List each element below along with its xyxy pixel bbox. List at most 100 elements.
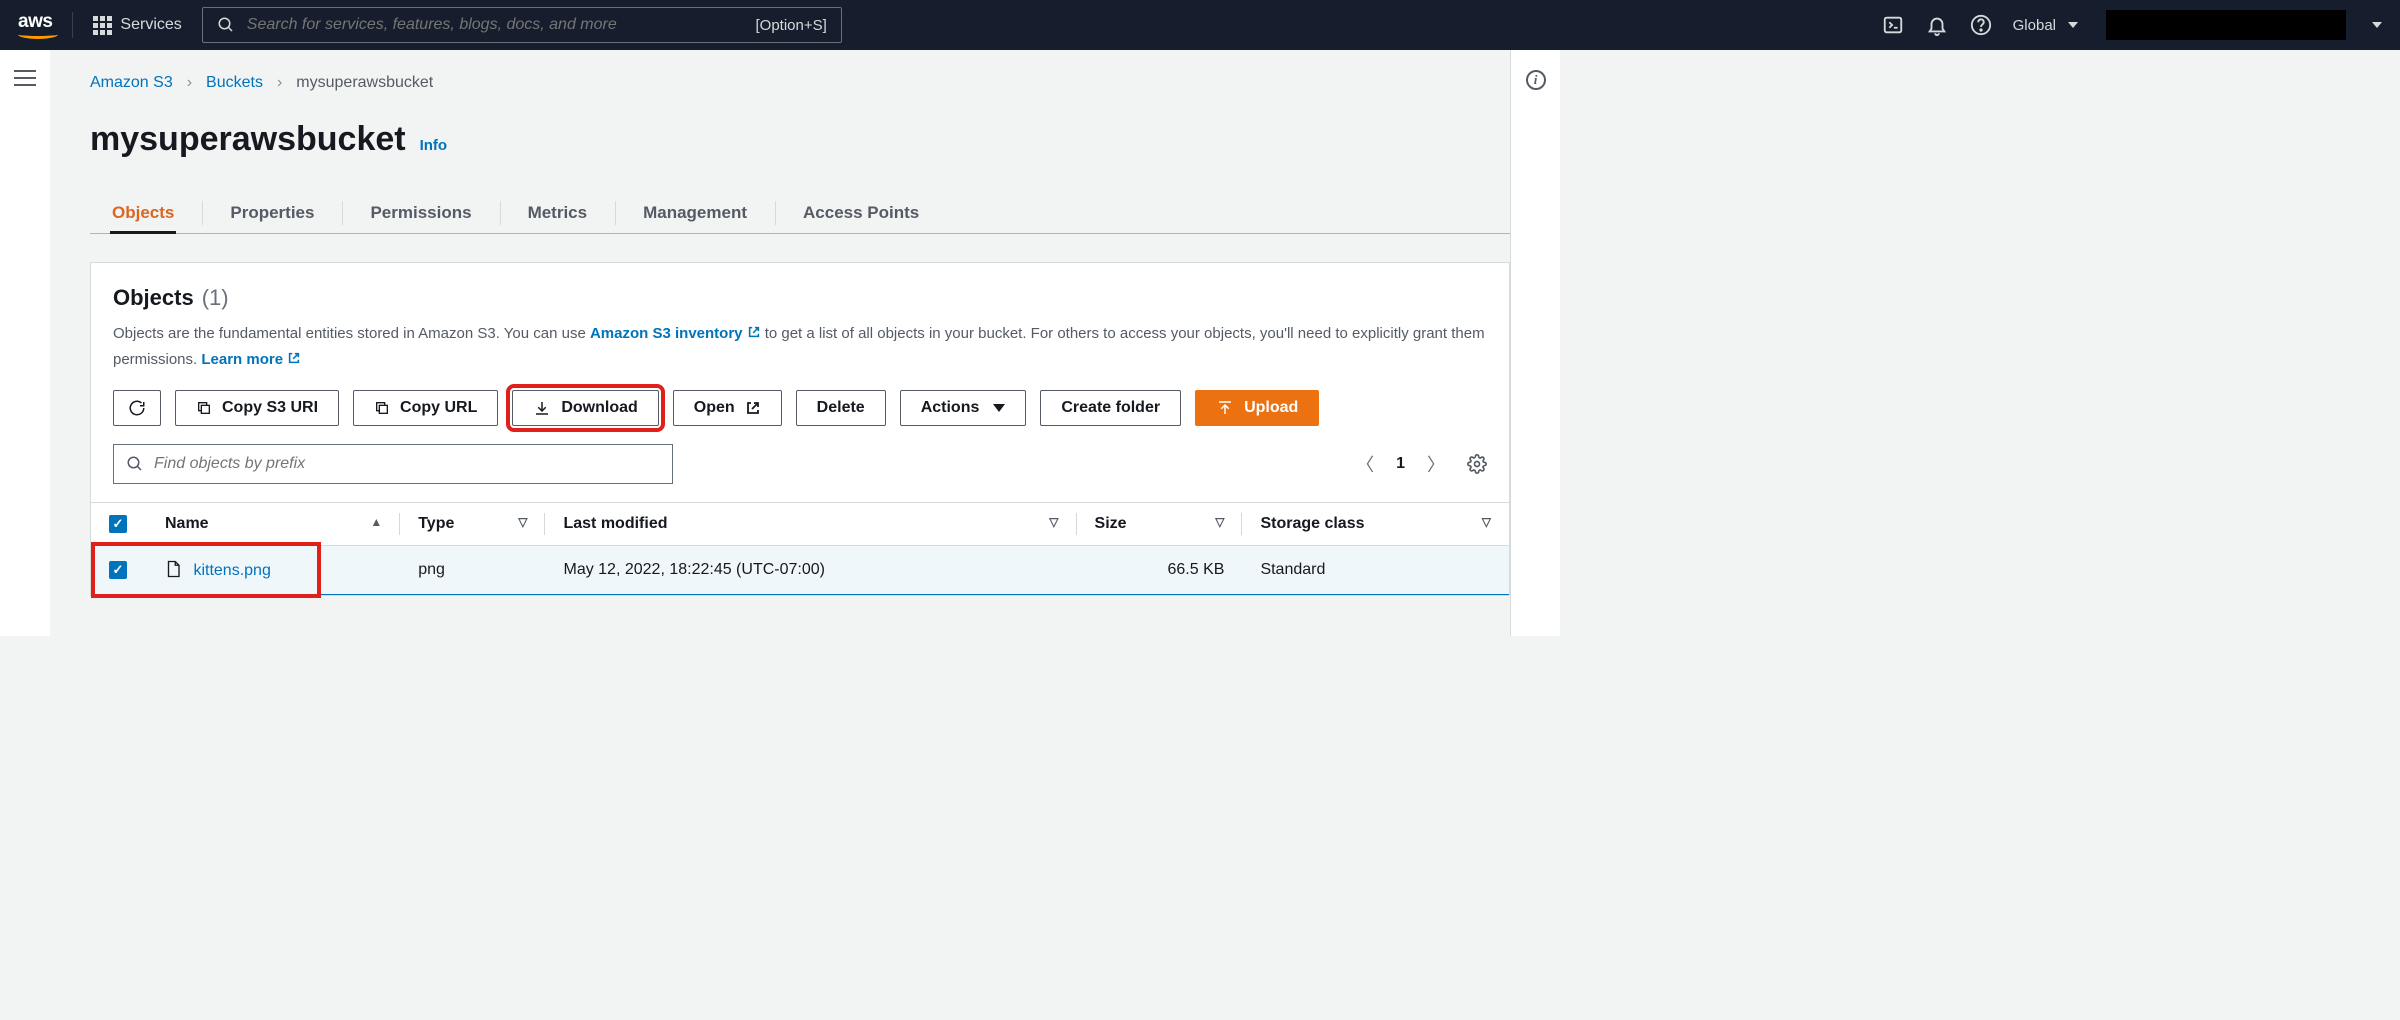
select-all-header[interactable]: ✓ [91, 503, 147, 546]
download-button[interactable]: Download [512, 390, 658, 426]
region-selector[interactable]: Global [2013, 17, 2078, 34]
tab-access-points[interactable]: Access Points [803, 193, 919, 233]
cloudshell-icon[interactable] [1881, 13, 1905, 37]
copy-icon [374, 400, 390, 416]
tabs: Objects Properties Permissions Metrics M… [90, 193, 1510, 234]
object-name-link[interactable]: kittens.png [193, 562, 270, 579]
actions-dropdown[interactable]: Actions [900, 390, 1027, 426]
prefix-filter[interactable] [113, 444, 673, 484]
chevron-right-icon: › [277, 74, 282, 92]
sort-icon: ▽ [518, 515, 527, 529]
table-settings-button[interactable] [1467, 454, 1487, 474]
filter-row: 〈 1 〉 [113, 444, 1487, 484]
external-link-icon [287, 351, 301, 365]
breadcrumb-current: mysuperawsbucket [296, 74, 433, 92]
pagination: 〈 1 〉 [1356, 451, 1487, 477]
account-menu[interactable] [2106, 10, 2346, 40]
delete-button[interactable]: Delete [796, 390, 886, 426]
copy-s3-uri-button[interactable]: Copy S3 URI [175, 390, 339, 426]
col-storage-class[interactable]: Storage class▽ [1242, 503, 1509, 546]
external-link-icon [745, 400, 761, 416]
copy-icon [196, 400, 212, 416]
global-search[interactable]: [Option+S] [202, 7, 842, 43]
button-label: Upload [1244, 399, 1298, 417]
row-checkbox[interactable]: ✓ [109, 561, 127, 579]
refresh-button[interactable] [113, 390, 161, 426]
refresh-icon [128, 399, 146, 417]
tab-management[interactable]: Management [643, 193, 747, 233]
tab-permissions[interactable]: Permissions [370, 193, 471, 233]
panel-title: Objects [113, 285, 194, 311]
account-caret-icon [2372, 22, 2382, 28]
upload-icon [1216, 399, 1234, 417]
col-type[interactable]: Type▽ [400, 503, 545, 546]
chevron-right-icon: › [187, 74, 192, 92]
page-number: 1 [1396, 455, 1405, 473]
search-shortcut: [Option+S] [755, 17, 826, 34]
search-icon [126, 455, 144, 473]
info-panel-toggle[interactable]: i [1526, 70, 1546, 90]
col-size[interactable]: Size▽ [1077, 503, 1243, 546]
services-grid-icon [93, 16, 112, 35]
triangle-down-icon [993, 404, 1005, 412]
aws-logo[interactable]: aws [18, 11, 52, 39]
breadcrumb: Amazon S3 › Buckets › mysuperawsbucket [90, 74, 1510, 92]
tab-metrics[interactable]: Metrics [528, 193, 588, 233]
file-icon [165, 560, 181, 578]
checkbox-checked-icon: ✓ [109, 515, 127, 533]
open-button[interactable]: Open [673, 390, 782, 426]
services-label: Services [120, 16, 181, 34]
region-label: Global [2013, 17, 2056, 34]
caret-down-icon [2068, 22, 2078, 28]
download-icon [533, 399, 551, 417]
gear-icon [1467, 454, 1487, 474]
page-title: mysuperawsbucket [90, 120, 406, 159]
button-label: Delete [817, 399, 865, 417]
page-next[interactable]: 〉 [1427, 451, 1445, 477]
cell-storage-class: Standard [1242, 546, 1509, 595]
notifications-bell-icon[interactable] [1925, 13, 1949, 37]
tab-objects[interactable]: Objects [112, 193, 174, 233]
objects-table: ✓ Name▲ Type▽ Last modified▽ Size▽ Stora… [91, 502, 1509, 595]
page-prev[interactable]: 〈 [1356, 451, 1374, 477]
breadcrumb-root[interactable]: Amazon S3 [90, 74, 173, 92]
sort-asc-icon: ▲ [370, 515, 382, 529]
info-link[interactable]: Info [420, 137, 448, 154]
prefix-input[interactable] [154, 455, 660, 473]
button-label: Actions [921, 399, 980, 417]
sort-icon: ▽ [1049, 515, 1058, 529]
cell-last-modified: May 12, 2022, 18:22:45 (UTC-07:00) [545, 546, 1076, 595]
cell-size: 66.5 KB [1077, 546, 1243, 595]
search-input[interactable] [247, 16, 744, 34]
button-label: Copy URL [400, 399, 477, 417]
button-label: Download [561, 399, 637, 417]
col-last-modified[interactable]: Last modified▽ [545, 503, 1076, 546]
info-panel-toggle-column: i [1510, 50, 1560, 636]
hamburger-icon[interactable] [14, 70, 36, 86]
button-label: Copy S3 URI [222, 399, 318, 417]
sort-icon: ▽ [1482, 515, 1491, 529]
copy-url-button[interactable]: Copy URL [353, 390, 498, 426]
col-name[interactable]: Name▲ [147, 503, 400, 546]
cell-type: png [400, 546, 545, 595]
upload-button[interactable]: Upload [1195, 390, 1319, 426]
sort-icon: ▽ [1215, 515, 1224, 529]
panel-heading: Objects (1) [113, 285, 1487, 311]
nav-divider [72, 12, 73, 38]
button-label: Open [694, 399, 735, 417]
side-toggle-column [0, 50, 50, 636]
s3-inventory-link[interactable]: Amazon S3 inventory [590, 325, 761, 342]
table-row[interactable]: ✓ kittens.png png May 12, 2022, 18:22:45… [91, 546, 1509, 595]
panel-count: (1) [202, 285, 229, 311]
learn-more-link[interactable]: Learn more [201, 351, 301, 368]
button-label: Create folder [1061, 399, 1160, 417]
search-icon [217, 16, 235, 34]
tab-properties[interactable]: Properties [230, 193, 314, 233]
help-icon[interactable] [1969, 13, 1993, 37]
breadcrumb-buckets[interactable]: Buckets [206, 74, 263, 92]
services-menu[interactable]: Services [93, 16, 181, 35]
create-folder-button[interactable]: Create folder [1040, 390, 1181, 426]
panel-desc-text: Objects are the fundamental entities sto… [113, 325, 590, 342]
external-link-icon [747, 325, 761, 339]
main-content: Amazon S3 › Buckets › mysuperawsbucket m… [50, 50, 1510, 636]
